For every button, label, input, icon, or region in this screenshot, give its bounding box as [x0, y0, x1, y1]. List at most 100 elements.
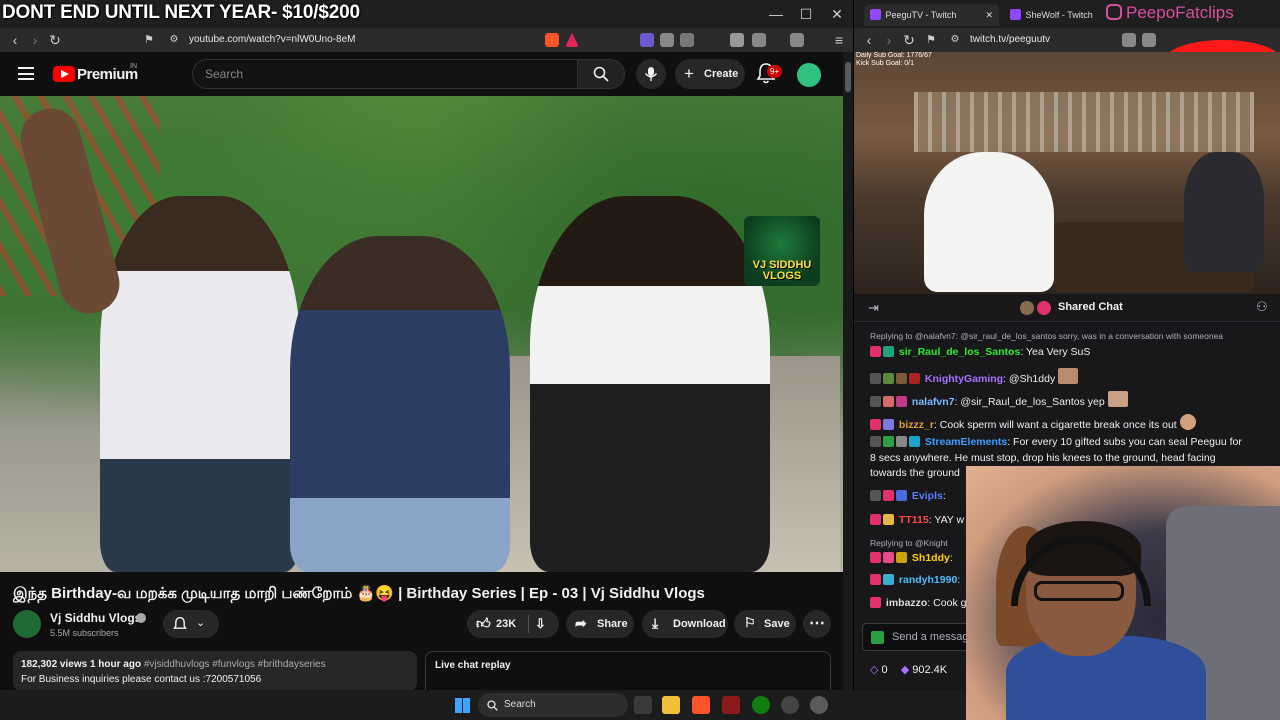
badge-icon: [883, 574, 894, 585]
forward-icon[interactable]: ›: [880, 31, 898, 49]
back-icon[interactable]: ‹: [6, 31, 24, 49]
hamburger-menu-icon[interactable]: [18, 67, 34, 80]
chat-username[interactable]: bizzz_r: [899, 419, 934, 431]
chat-text: : @Sh1ddy: [1003, 373, 1056, 385]
chat-message: StreamElements: For every 10 gifted subs…: [870, 436, 1242, 448]
subscriber-count: 5.5M subscribers: [50, 628, 119, 638]
chat-username[interactable]: KnightyGaming: [925, 373, 1003, 385]
channel-avatar[interactable]: [13, 610, 41, 638]
chat-message: Evipls:: [870, 490, 946, 502]
watermark-text: PeepoFatclips: [1126, 3, 1234, 22]
users-icon[interactable]: ⚇: [1256, 299, 1268, 315]
puzzle-icon[interactable]: [680, 33, 694, 47]
channel-points[interactable]: ◇ 0 ◆ 902.4K: [870, 663, 947, 676]
badge-icon: [896, 396, 907, 407]
app-icon[interactable]: [781, 696, 799, 714]
chat-username[interactable]: sir_Raul_de_los_Santos: [899, 346, 1020, 358]
tab-shewolf[interactable]: SheWolf - Twitch: [1006, 4, 1111, 26]
tab-peegutv[interactable]: PeeguTV - Twitch ✕: [864, 4, 999, 26]
url-text[interactable]: twitch.tv/peeguutv: [970, 34, 1050, 45]
chat-text: : Yea Very SuS: [1020, 346, 1091, 358]
extension-icon[interactable]: [660, 33, 674, 47]
hashtags[interactable]: #vjsiddhuvlogs #funvlogs #brithdayseries: [141, 659, 326, 670]
brave-rewards-icon[interactable]: [565, 33, 579, 47]
share-button[interactable]: ➦ Share: [566, 610, 634, 638]
points-left: 0: [881, 664, 888, 676]
minimize-button[interactable]: —: [763, 4, 789, 24]
wallet-icon[interactable]: [790, 33, 804, 47]
reload-icon[interactable]: ↻: [900, 31, 918, 49]
chat-username[interactable]: Sh1ddy: [912, 552, 950, 564]
subscription-bell-button[interactable]: ⌄: [163, 610, 219, 638]
bookmark-icon[interactable]: ⚑: [922, 31, 940, 49]
like-button[interactable]: 👍︎ 23K ⇩: [467, 610, 559, 638]
chat-message: sir_Raul_de_los_Santos: Yea Very SuS: [870, 346, 1090, 358]
extension-icon[interactable]: [1142, 33, 1156, 47]
download-button[interactable]: ⤓ Download: [642, 610, 728, 638]
badge-icon: [883, 373, 894, 384]
live-chat-replay-panel[interactable]: Live chat replay: [425, 651, 831, 691]
puzzle-icon[interactable]: [1122, 33, 1136, 47]
chat-username[interactable]: StreamElements: [925, 436, 1007, 448]
scrollbar-thumb[interactable]: [845, 62, 851, 92]
maximize-button[interactable]: ☐: [793, 4, 819, 24]
youtube-logo-icon[interactable]: [53, 66, 75, 82]
chat-username[interactable]: imbazzo: [886, 597, 927, 609]
plus-icon: +: [684, 64, 694, 83]
search-button[interactable]: [577, 59, 625, 89]
channel-name[interactable]: Vj Siddhu Vlogs: [50, 611, 141, 625]
search-placeholder: Search: [205, 67, 244, 81]
twitch-stream-video[interactable]: Daily Sub Goal: 1776/67 Kick Sub Goal: 0…: [854, 52, 1280, 294]
sidebar-icon[interactable]: [752, 33, 766, 47]
badge-icon: [909, 436, 920, 447]
media-icon[interactable]: [730, 33, 744, 47]
live-chat-label: Live chat replay: [435, 660, 511, 671]
emote-icon: [1179, 414, 1196, 430]
thumbs-up-icon: 👍︎: [476, 615, 491, 631]
forward-icon[interactable]: ›: [26, 31, 44, 49]
glasses-icon: [1034, 581, 1124, 601]
url-text[interactable]: youtube.com/watch?v=nlW0Uno-8eM: [189, 34, 355, 45]
chat-username[interactable]: TT115: [899, 514, 929, 526]
site-info-icon[interactable]: ⚙: [165, 31, 183, 49]
chat-header: ⇥ Shared Chat ⚇: [854, 294, 1280, 322]
bits-count: 902.4K: [912, 664, 948, 676]
back-icon[interactable]: ‹: [860, 31, 878, 49]
instagram-icon: [1106, 4, 1122, 20]
task-view-icon[interactable]: [634, 696, 652, 714]
extension-icon[interactable]: [640, 33, 654, 47]
windows-start-icon[interactable]: [455, 698, 470, 713]
user-avatar[interactable]: [797, 63, 821, 87]
close-window-button[interactable]: ✕: [824, 4, 850, 24]
save-button[interactable]: ⚐ Save: [734, 610, 796, 638]
bookmark-icon[interactable]: ⚑: [140, 31, 158, 49]
share-label: Share: [597, 618, 628, 630]
taskbar-search[interactable]: Search: [478, 693, 628, 717]
chat-username[interactable]: Evipls: [912, 490, 943, 502]
collapse-chat-icon[interactable]: ⇥: [868, 300, 879, 316]
chat-message: randyh1990:: [870, 574, 960, 586]
page-scrollbar[interactable]: [843, 52, 853, 690]
app-icon[interactable]: [722, 696, 740, 714]
site-info-icon[interactable]: ⚙: [946, 31, 964, 49]
xbox-icon[interactable]: [752, 696, 770, 714]
chat-username[interactable]: randyh1990: [899, 574, 957, 586]
thumbs-down-icon[interactable]: ⇩: [535, 616, 546, 632]
close-tab-icon[interactable]: ✕: [985, 4, 993, 26]
create-button[interactable]: + Create: [675, 59, 745, 89]
video-player[interactable]: VJ SIDDHU VLOGS: [0, 96, 843, 572]
reload-icon[interactable]: ↻: [46, 31, 64, 49]
brave-browser-icon[interactable]: [692, 696, 710, 714]
search-input[interactable]: Search: [192, 59, 578, 89]
refresh-app-icon[interactable]: [810, 696, 828, 714]
youtube-brand[interactable]: Premium: [77, 66, 138, 83]
file-explorer-icon[interactable]: [662, 696, 680, 714]
voice-search-button[interactable]: [636, 59, 666, 89]
brave-shield-icon[interactable]: [545, 33, 559, 47]
badge-icon: [870, 373, 881, 384]
menu-icon[interactable]: ≡: [830, 31, 848, 49]
chat-username[interactable]: nalafvn7: [912, 396, 955, 408]
description-box[interactable]: 182,302 views 1 hour ago #vjsiddhuvlogs …: [13, 651, 417, 691]
badge-icon: [909, 373, 920, 384]
more-actions-button[interactable]: ⋯: [803, 610, 831, 638]
